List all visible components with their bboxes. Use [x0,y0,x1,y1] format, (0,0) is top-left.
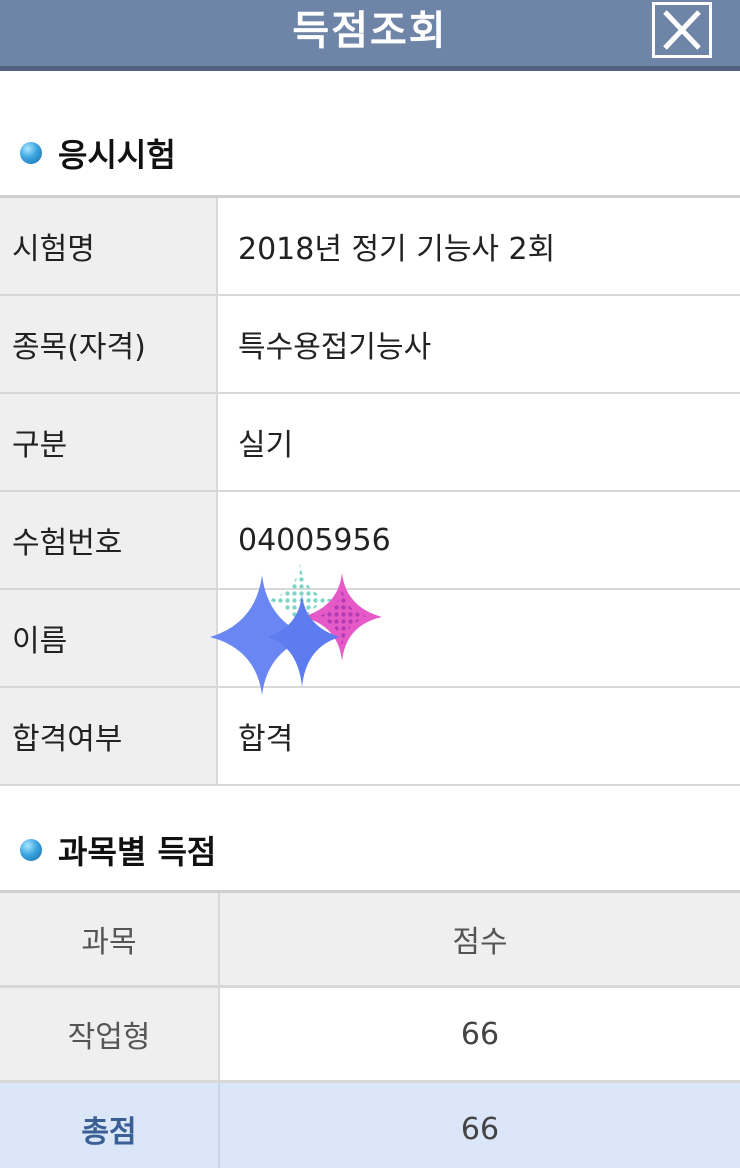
category-value: 실기 [238,428,294,463]
total-row: 총점 66 [0,1083,740,1168]
table-row: 구분 실기 [0,394,740,492]
close-icon [663,10,701,50]
table-row: 종목(자격) 특수용접기능사 [0,296,740,394]
qualification-value: 특수용접기능사 [238,330,432,365]
exam-section-title-text: 응시시험 [58,136,176,174]
sparkle-sticker-icon [210,563,382,695]
exam-name-value: 2018년 정기 기능사 2회 [238,232,556,267]
score-inquiry-page: 득점조회 응시시험 시험명 2018년 정기 기능사 2회 종목(자격) 특수용… [0,0,740,1168]
category-label: 구분 [0,394,218,490]
close-button[interactable] [652,2,712,58]
exam-section-title: 응시시험 [20,133,176,174]
name-label: 이름 [0,590,218,686]
score-section-title-text: 과목별 득점 [58,833,217,871]
bullet-icon [20,839,42,861]
table-row: 작업형 66 [0,988,740,1083]
score-cell: 66 [220,988,740,1080]
total-label: 총점 [0,1083,220,1168]
qualification-label: 종목(자격) [0,296,218,392]
header-bar: 득점조회 [0,0,740,71]
table-header-row: 과목 점수 [0,893,740,988]
bullet-icon [20,142,42,164]
page-title: 득점조회 [292,8,448,54]
subject-column-header: 과목 [0,893,220,985]
total-score: 66 [220,1083,740,1168]
subject-cell: 작업형 [0,988,220,1080]
score-column-header: 점수 [220,893,740,985]
score-table: 과목 점수 작업형 66 총점 66 [0,890,740,1168]
exam-number-label: 수험번호 [0,492,218,588]
table-row: 시험명 2018년 정기 기능사 2회 [0,198,740,296]
pass-status-label: 합격여부 [0,688,218,784]
score-section-title: 과목별 득점 [20,830,217,871]
exam-name-label: 시험명 [0,198,218,294]
